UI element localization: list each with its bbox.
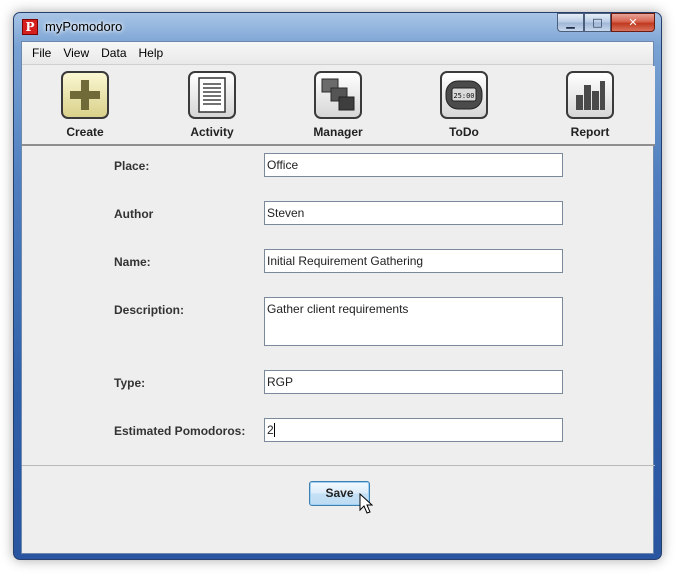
create-button[interactable]: Create [40, 71, 130, 139]
mouse-pointer-icon [359, 493, 374, 514]
author-input[interactable]: Steven [264, 201, 563, 225]
estimated-pomodoros-label: Estimated Pomodoros: [114, 424, 246, 438]
window-controls: ▁ □ ✕ [557, 13, 655, 32]
manager-label: Manager [313, 125, 363, 139]
timer-readout: 25:00 [453, 92, 474, 100]
stacked-windows-icon [314, 71, 362, 119]
menu-help[interactable]: Help [133, 42, 170, 65]
minimize-button[interactable]: ▁ [557, 13, 584, 32]
place-label: Place: [114, 159, 150, 173]
timer-icon: 25:00 [440, 71, 488, 119]
description-textarea[interactable]: Gather client requirements [264, 297, 563, 346]
report-label: Report [570, 125, 610, 139]
create-label: Create [66, 125, 104, 139]
window-title: myPomodoro [45, 19, 123, 34]
name-input[interactable]: Initial Requirement Gathering [264, 249, 563, 273]
menu-view[interactable]: View [57, 42, 95, 65]
client-area: File View Data Help Create Activity Mana… [21, 41, 655, 554]
main-toolbar: Create Activity Manager 25:00 ToDo Repor… [22, 66, 655, 146]
place-input[interactable]: Office [264, 153, 563, 177]
title-bar[interactable]: P myPomodoro ▁ □ ✕ [14, 13, 661, 39]
activity-label: Activity [190, 125, 234, 139]
activity-button[interactable]: Activity [167, 71, 257, 139]
report-button[interactable]: Report [545, 71, 635, 139]
text-caret [273, 423, 275, 437]
todo-button[interactable]: 25:00 ToDo [419, 71, 509, 139]
app-window: P myPomodoro ▁ □ ✕ File View Data Help C… [13, 12, 662, 560]
manager-button[interactable]: Manager [293, 71, 383, 139]
author-label: Author [114, 207, 154, 221]
close-button[interactable]: ✕ [611, 13, 655, 32]
document-list-icon [188, 71, 236, 119]
todo-label: ToDo [449, 125, 479, 139]
name-label: Name: [114, 255, 151, 269]
plus-icon [61, 71, 109, 119]
bar-chart-icon [566, 71, 614, 119]
description-label: Description: [114, 303, 185, 317]
estimated-pomodoros-value: 2 [267, 423, 274, 437]
menu-file[interactable]: File [26, 42, 57, 65]
estimated-pomodoros-input[interactable]: 2 [264, 418, 563, 442]
menu-data[interactable]: Data [95, 42, 132, 65]
type-label: Type: [114, 376, 146, 390]
maximize-button[interactable]: □ [584, 13, 611, 32]
app-logo-icon: P [22, 19, 38, 35]
type-input[interactable]: RGP [264, 370, 563, 394]
menu-bar: File View Data Help [22, 42, 653, 65]
activity-form: Place: Office Author Steven Name: Initia… [22, 148, 655, 466]
